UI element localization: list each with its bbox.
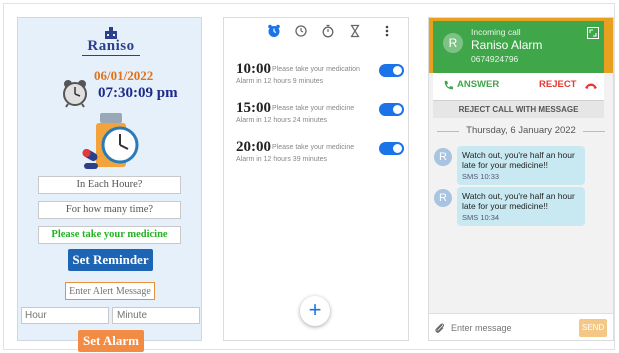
reminder-message-field[interactable]: Please take your medicine	[38, 226, 181, 244]
sender-avatar: R	[434, 148, 452, 166]
alarm-toggle[interactable]	[379, 142, 404, 155]
interval-hours-field[interactable]: In Each Houre?	[38, 176, 181, 194]
alarm-label: Please take your medicine	[272, 144, 355, 151]
expand-icon[interactable]	[587, 27, 599, 39]
answer-button[interactable]: ANSWER	[457, 79, 499, 90]
logo-underline	[82, 55, 140, 56]
alarm-list-screen: 10:00 Please take your medication Alarm …	[223, 17, 409, 341]
call-actions: ANSWER REJECT	[433, 73, 604, 100]
alarm-item[interactable]: 20:00 Please take your medicine Alarm in…	[236, 139, 404, 169]
set-alarm-button[interactable]: Set Alarm	[78, 330, 144, 352]
phone-answer-icon[interactable]	[443, 80, 454, 91]
logo-text: Raniso	[87, 38, 135, 54]
pill-bottle-clock-icon	[82, 113, 139, 169]
hour-input[interactable]	[21, 307, 109, 324]
hourglass-icon[interactable]	[348, 24, 362, 38]
alarm-countdown: Alarm in 12 hours 24 minutes	[236, 117, 328, 124]
attachment-icon[interactable]	[434, 322, 446, 335]
minute-input[interactable]	[112, 307, 200, 324]
alarm-toggle[interactable]	[379, 103, 404, 116]
alarm-time: 15:00	[236, 100, 271, 116]
alarm-clock-icon	[63, 80, 87, 108]
set-reminder-button[interactable]: Set Reminder	[68, 249, 153, 271]
message-bubble[interactable]: Watch out, you're half an hour late for …	[457, 146, 585, 185]
message-composer: SEND	[429, 313, 613, 340]
date-separator: Thursday, 6 January 2022	[429, 125, 613, 136]
alarm-label: Please take your medication	[272, 66, 360, 73]
stopwatch-icon[interactable]	[321, 24, 335, 38]
alert-message-input[interactable]	[65, 282, 155, 300]
add-alarm-button[interactable]: +	[300, 296, 330, 326]
reject-button[interactable]: REJECT	[539, 79, 576, 90]
alarm-time: 20:00	[236, 139, 271, 155]
incoming-call-label: Incoming call	[471, 27, 521, 37]
messaging-screen: R Incoming call Raniso Alarm 0674924796 …	[428, 17, 614, 341]
phone-reject-icon[interactable]	[584, 80, 598, 92]
current-date: 06/01/2022	[94, 68, 154, 83]
message-meta: SMS 10:33	[462, 172, 500, 181]
send-button[interactable]: SEND	[579, 319, 607, 337]
sender-avatar: R	[434, 189, 452, 207]
reject-with-message-button[interactable]: REJECT CALL WITH MESSAGE	[433, 100, 604, 118]
message-input[interactable]	[451, 321, 571, 335]
clock-icon[interactable]	[294, 24, 308, 38]
caller-avatar: R	[443, 33, 463, 53]
alarm-countdown: Alarm in 12 hours 39 minutes	[236, 156, 328, 163]
message-text: Watch out, you're half an hour late for …	[462, 191, 575, 211]
message-text: Watch out, you're half an hour late for …	[462, 150, 575, 170]
repeat-count-field[interactable]: For how many time?	[38, 201, 181, 219]
caller-number: 0674924796	[471, 54, 519, 64]
current-time: 07:30:09 pm	[98, 85, 178, 101]
alarm-countdown: Alarm in 12 hours 9 minutes	[236, 78, 324, 85]
message-bubble[interactable]: Watch out, you're half an hour late for …	[457, 187, 585, 226]
clock-app-toolbar	[224, 24, 408, 40]
message-meta: SMS 10:34	[462, 213, 500, 222]
alarm-item[interactable]: 10:00 Please take your medication Alarm …	[236, 61, 404, 91]
alarm-time: 10:00	[236, 61, 271, 77]
alarm-toggle[interactable]	[379, 64, 404, 77]
alarm-clock-icon[interactable]	[267, 24, 281, 38]
raniso-logo: Raniso	[78, 26, 144, 58]
reminder-form-screen: Raniso 06/01/2022 07:30:09 pm In Each Ho…	[17, 17, 202, 352]
more-vert-icon[interactable]	[380, 24, 394, 38]
caller-name: Raniso Alarm	[471, 38, 543, 52]
alarm-label: Please take your medicine	[272, 105, 355, 112]
alarm-item[interactable]: 15:00 Please take your medicine Alarm in…	[236, 100, 404, 130]
